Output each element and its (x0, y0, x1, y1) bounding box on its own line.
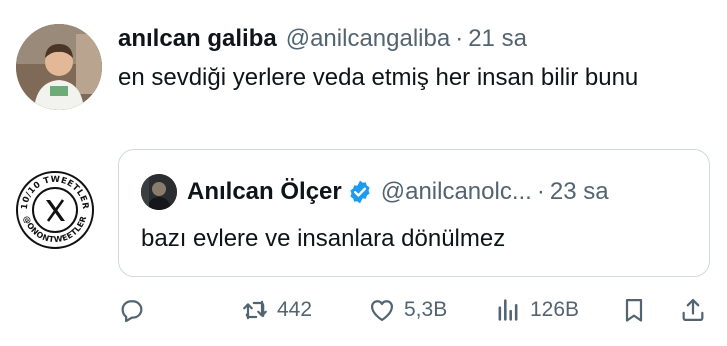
heart-icon (370, 300, 394, 322)
bookmark-button[interactable] (620, 292, 648, 328)
retweet-icon (243, 300, 267, 320)
views-button[interactable]: 126B (494, 292, 579, 328)
share-button[interactable] (679, 292, 707, 328)
reply-button[interactable] (118, 292, 146, 328)
like-button[interactable]: 5,3B (368, 292, 447, 328)
quoted-author-avatar[interactable] (141, 174, 177, 210)
bookmark-icon (625, 298, 643, 322)
quoted-separator-dot: · (536, 178, 545, 205)
tweet-text: en sevdiği yerlere veda etmiş her insan … (118, 64, 639, 91)
like-count: 5,3B (404, 298, 448, 321)
author-handle[interactable]: @anilcangaliba (286, 25, 450, 53)
watermark-badge: 10/10 TWEETLER @ONONTWEETLER (16, 171, 94, 249)
share-icon (682, 298, 704, 322)
views-count: 126B (530, 298, 580, 321)
reply-icon (121, 300, 143, 323)
quoted-tweet-card[interactable]: Anılcan Ölçer @anilcanolc... · 23 sa baz… (118, 149, 710, 277)
avatar-photo (16, 24, 102, 110)
quoted-author-handle[interactable]: @anilcanolc... (381, 178, 532, 206)
tweet-action-bar: 442 5,3B 126B (0, 292, 727, 328)
author-avatar[interactable] (16, 24, 102, 110)
verified-badge-icon (350, 180, 370, 204)
retweet-count: 442 (277, 298, 313, 321)
quoted-author-name[interactable]: Anılcan Ölçer (187, 178, 342, 206)
x-logo-icon (46, 199, 65, 222)
separator-dot: · (455, 25, 464, 52)
tweet-header: anılcan galiba @anilcangaliba · 21 sa (118, 24, 527, 54)
quoted-tweet-header: Anılcan Ölçer @anilcanolc... · 23 sa (141, 174, 609, 210)
tweet-timestamp[interactable]: 21 sa (468, 25, 527, 53)
quoted-tweet-timestamp[interactable]: 23 sa (550, 178, 609, 206)
retweet-button[interactable]: 442 (241, 292, 312, 328)
views-icon (498, 299, 518, 321)
author-name[interactable]: anılcan galiba (118, 25, 277, 53)
quoted-tweet-text: bazı evlere ve insanlara dönülmez (141, 225, 506, 252)
